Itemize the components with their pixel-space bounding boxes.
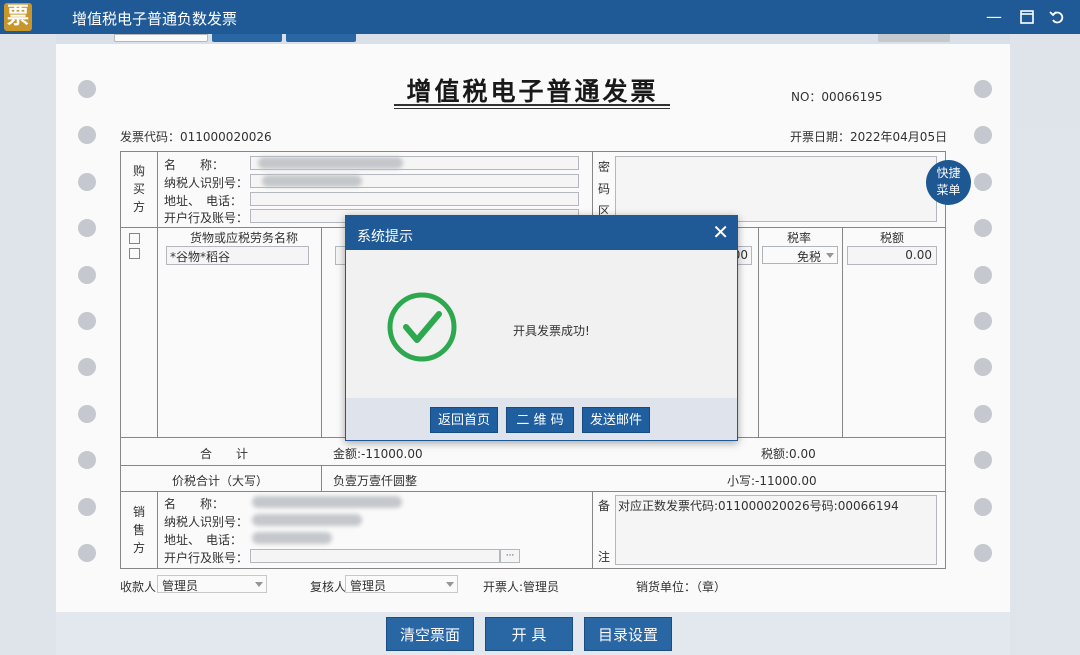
qr-code-button[interactable]: 二 维 码 [506, 407, 574, 433]
send-email-button[interactable]: 发送邮件 [582, 407, 650, 433]
maximize-icon[interactable] [1016, 6, 1038, 28]
restore-icon[interactable] [1046, 6, 1068, 28]
close-icon[interactable]: ✕ [712, 220, 729, 244]
dialog-title: 系统提示 [357, 229, 413, 245]
minimize-icon[interactable]: — [983, 6, 1005, 28]
system-dialog: 系统提示 ✕ 开具发票成功! 返回首页 二 维 码 发送邮件 [345, 215, 738, 441]
dialog-header: 系统提示 ✕ [346, 216, 737, 250]
app-logo: 票 [4, 3, 32, 31]
check-circle-icon [387, 292, 457, 362]
window-title: 增值税电子普通负数发票 [72, 10, 238, 28]
dialog-message: 开具发票成功! [513, 324, 590, 338]
return-home-button[interactable]: 返回首页 [430, 407, 498, 433]
title-bar: 票 增值税电子普通负数发票 — [0, 0, 1080, 34]
